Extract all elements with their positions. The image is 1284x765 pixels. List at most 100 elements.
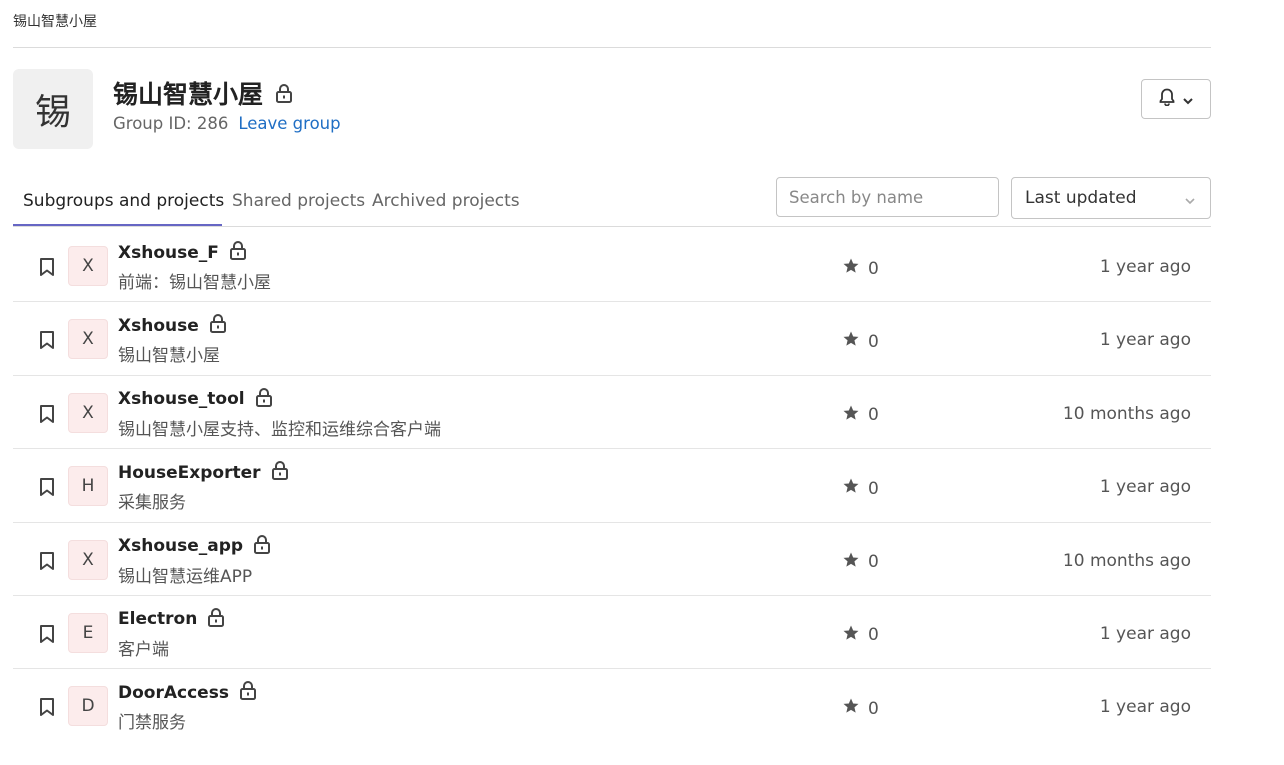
project-name-link[interactable]: Xshouse_F — [118, 240, 247, 265]
project-avatar[interactable]: X — [68, 539, 108, 580]
project-name-link[interactable]: HouseExporter — [118, 460, 289, 485]
project-avatar[interactable]: D — [68, 686, 108, 727]
project-name: DoorAccess — [118, 682, 229, 703]
bookmark-icon[interactable] — [39, 697, 55, 721]
breadcrumb[interactable]: 锡山智慧小屋 — [13, 11, 97, 31]
lock-icon — [275, 79, 293, 111]
last-updated: 10 months ago — [1062, 550, 1191, 571]
project-name: Xshouse_tool — [118, 389, 245, 410]
lock-icon — [209, 313, 227, 338]
project-avatar[interactable]: X — [68, 246, 108, 286]
last-updated: 1 year ago — [1099, 477, 1191, 498]
bookmark-icon[interactable] — [39, 551, 55, 575]
bookmark-icon[interactable] — [39, 330, 55, 354]
project-row[interactable]: X Xshouse_F 前端：锡山智慧小屋 0 1 year ago — [13, 229, 1211, 303]
leave-group-link[interactable]: Leave group — [238, 114, 340, 133]
tabs-divider — [13, 226, 1211, 227]
project-name: Xshouse_app — [118, 536, 244, 557]
group-header: 锡山智慧小屋 — [113, 79, 293, 111]
star-count-value: 0 — [868, 478, 879, 499]
star-icon — [842, 330, 860, 353]
project-description: 锡山智慧运维APP — [118, 566, 253, 587]
project-description: 采集服务 — [118, 493, 186, 514]
star-count-value: 0 — [868, 331, 879, 352]
project-row[interactable]: E Electron 客户端 0 1 year ago — [13, 596, 1211, 670]
project-name: Electron — [118, 609, 198, 630]
star-icon — [842, 257, 860, 280]
lock-icon — [229, 240, 247, 265]
top-divider — [13, 47, 1211, 48]
bookmark-icon[interactable] — [39, 257, 55, 281]
group-page: 锡山智慧小屋 锡 锡山智慧小屋 Group ID: 286 Leave grou… — [0, 0, 1284, 765]
project-description: 锡山智慧小屋支持、监控和运维综合客户端 — [118, 419, 441, 440]
chevron-down-icon — [1184, 191, 1196, 211]
project-name-link[interactable]: Xshouse_tool — [118, 387, 273, 412]
project-description: 锡山智慧小屋 — [118, 346, 220, 367]
star-count-value: 0 — [868, 258, 879, 279]
project-avatar[interactable]: X — [68, 392, 108, 433]
project-row[interactable]: X Xshouse_app 锡山智慧运维APP 0 10 months ago — [13, 523, 1211, 596]
lock-icon — [271, 460, 289, 485]
star-count-value: 0 — [868, 405, 879, 426]
bookmark-icon[interactable] — [39, 404, 55, 428]
project-row[interactable]: X Xshouse_tool 锡山智慧小屋支持、监控和运维综合客户端 0 10 mont… — [13, 376, 1211, 450]
star-count-value: 0 — [868, 552, 879, 573]
project-description: 客户端 — [118, 639, 169, 660]
project-name: Xshouse_F — [118, 242, 219, 263]
star-count: 0 — [842, 404, 879, 427]
project-avatar[interactable]: H — [68, 466, 108, 507]
project-name: HouseExporter — [118, 462, 261, 483]
bell-icon — [1159, 88, 1175, 110]
group-meta: Group ID: 286 Leave group — [113, 114, 341, 133]
star-count: 0 — [842, 330, 879, 353]
star-count-value: 0 — [868, 698, 879, 719]
search-input[interactable] — [776, 177, 999, 217]
tab-archived-projects[interactable]: Archived projects — [372, 176, 520, 226]
star-count: 0 — [842, 697, 879, 720]
notification-settings-button[interactable] — [1141, 79, 1211, 119]
star-icon — [842, 477, 860, 500]
project-name-link[interactable]: DoorAccess — [118, 680, 257, 705]
last-updated: 1 year ago — [1099, 330, 1191, 351]
project-name-link[interactable]: Xshouse — [118, 313, 227, 338]
last-updated: 1 year ago — [1099, 257, 1191, 277]
last-updated: 1 year ago — [1099, 623, 1191, 644]
bookmark-icon[interactable] — [39, 624, 55, 648]
star-icon — [842, 697, 860, 720]
group-id: Group ID: 286 — [113, 114, 229, 133]
tab-bar: Subgroups and projects Shared projects A… — [13, 176, 773, 228]
star-count: 0 — [842, 624, 879, 647]
project-list: X Xshouse_F 前端：锡山智慧小屋 0 1 year ago X Xshouse 锡山… — [13, 229, 1211, 743]
project-description: 门禁服务 — [118, 713, 186, 734]
last-updated: 1 year ago — [1099, 697, 1191, 718]
project-avatar[interactable]: E — [68, 612, 108, 653]
star-icon — [842, 404, 860, 427]
lock-icon — [207, 607, 225, 632]
star-count-value: 0 — [868, 625, 879, 646]
star-count: 0 — [842, 551, 879, 574]
star-count: 0 — [842, 257, 879, 280]
lock-icon — [253, 534, 271, 559]
tab-shared-projects[interactable]: Shared projects — [232, 176, 365, 226]
project-row[interactable]: H HouseExporter 采集服务 0 1 year ago — [13, 449, 1211, 523]
star-icon — [842, 551, 860, 574]
group-avatar: 锡 — [13, 69, 93, 149]
bookmark-icon[interactable] — [39, 477, 55, 501]
star-icon — [842, 624, 860, 647]
chevron-down-icon — [1183, 90, 1193, 109]
project-avatar[interactable]: X — [68, 319, 108, 360]
project-description: 前端：锡山智慧小屋 — [118, 273, 271, 293]
group-title: 锡山智慧小屋 — [113, 80, 264, 109]
project-name-link[interactable]: Xshouse_app — [118, 534, 271, 559]
tab-subgroups-and-projects[interactable]: Subgroups and projects — [23, 176, 224, 226]
project-row[interactable]: X Xshouse 锡山智慧小屋 0 1 year ago — [13, 302, 1211, 376]
project-name-link[interactable]: Electron — [118, 607, 225, 632]
star-count: 0 — [842, 477, 879, 500]
lock-icon — [239, 680, 257, 705]
project-name: Xshouse — [118, 315, 199, 336]
sort-selected-label: Last updated — [1025, 188, 1137, 208]
lock-icon — [255, 387, 273, 412]
project-row[interactable]: D DoorAccess 门禁服务 0 1 year ago — [13, 669, 1211, 742]
last-updated: 10 months ago — [1062, 403, 1191, 424]
sort-dropdown[interactable]: Last updated — [1011, 177, 1211, 219]
